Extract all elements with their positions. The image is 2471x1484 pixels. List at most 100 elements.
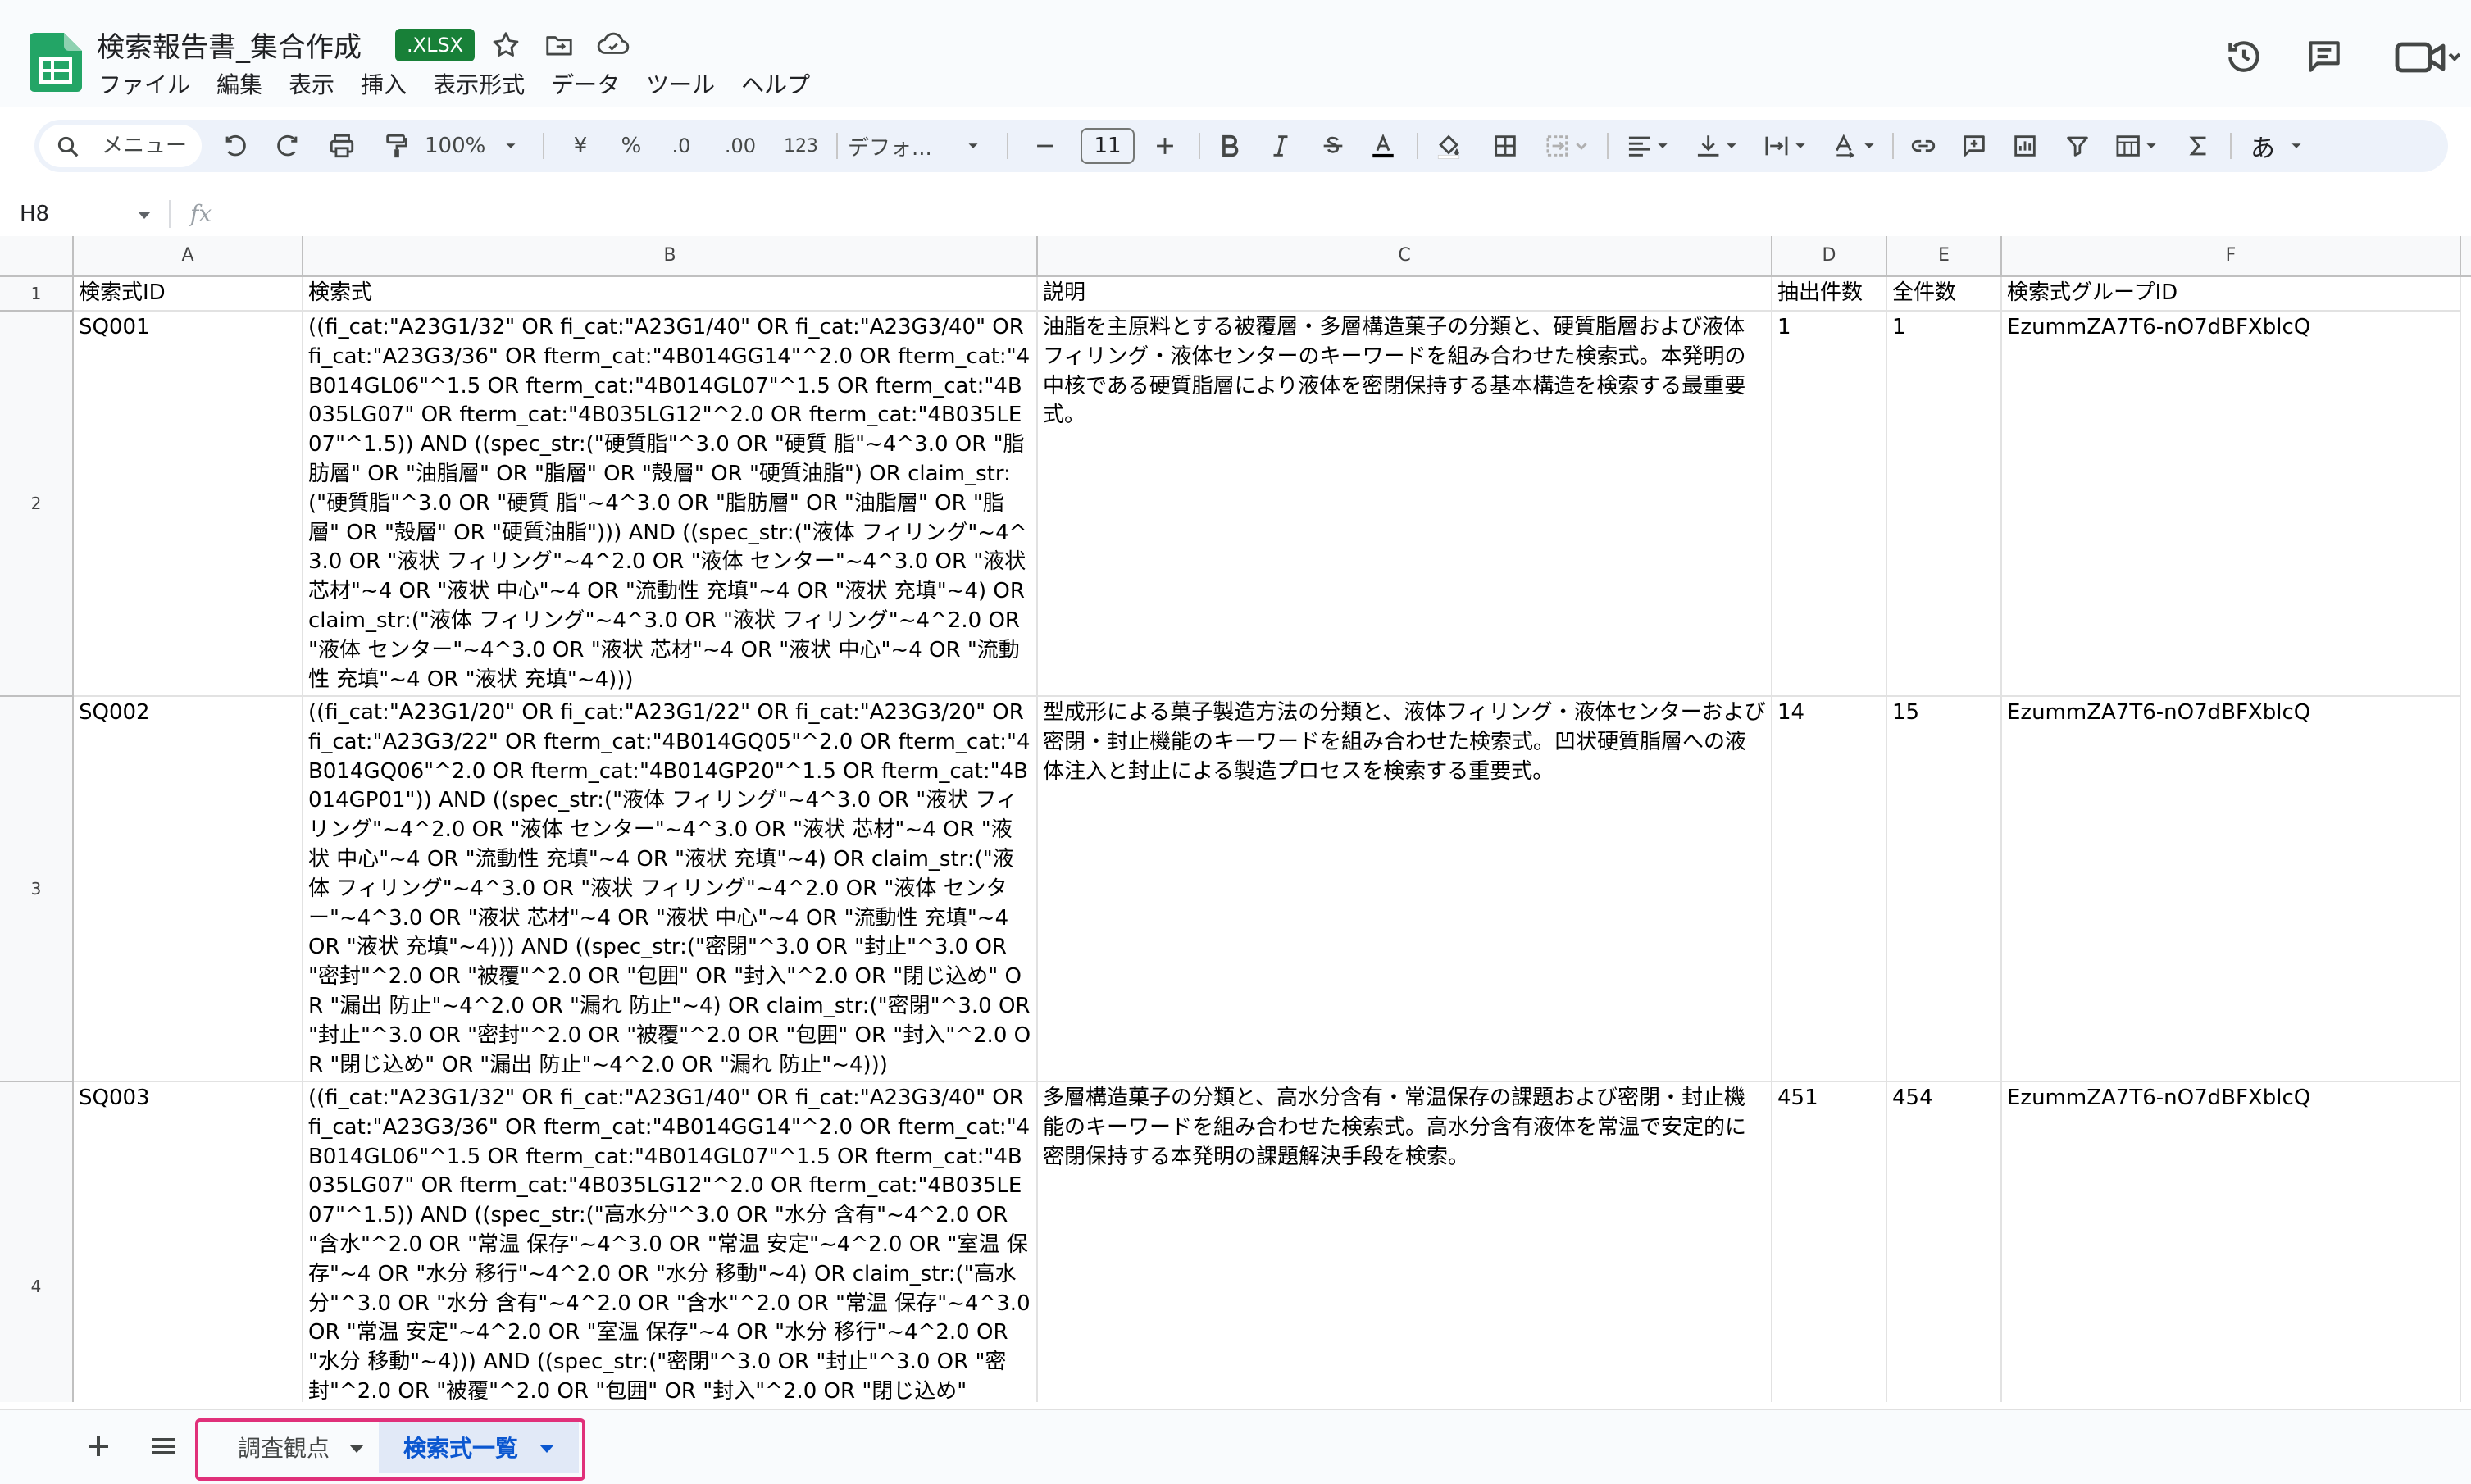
select-all-corner[interactable] [0, 236, 74, 277]
cell-description[interactable]: 多層構造菓子の分類と、高水分含有・常温保存の課題および密閉・封止機能のキーワード… [1038, 1082, 1772, 1402]
all-sheets-menu-icon[interactable] [144, 1427, 184, 1466]
menu-view[interactable]: 表示 [275, 69, 348, 102]
fill-color-icon[interactable] [1427, 120, 1471, 172]
menu-edit[interactable]: 編集 [203, 69, 275, 102]
header-cell-query[interactable]: 検索式 [303, 277, 1038, 312]
row-header-3[interactable]: 3 [0, 697, 74, 1082]
header-cell-total[interactable]: 全件数 [1887, 277, 2002, 312]
column-header-d[interactable]: D [1772, 236, 1887, 277]
column-header-b[interactable]: B [303, 236, 1038, 277]
cell-total-count[interactable]: 454 [1887, 1082, 2002, 1402]
sheet-tab-survey-viewpoints[interactable]: 調査観点 [208, 1422, 379, 1473]
cell-total-count[interactable]: 15 [1887, 697, 2002, 1082]
merge-cells-icon[interactable] [1535, 120, 1600, 172]
menu-file[interactable]: ファイル [98, 69, 203, 102]
input-tools-dropdown-icon[interactable] [2284, 120, 2309, 172]
cell-group-id[interactable]: EzummZA7T6-nO7dBFXblcQ [2002, 312, 2461, 697]
undo-icon[interactable] [216, 120, 254, 172]
zoom-dropdown-icon[interactable] [498, 120, 523, 172]
header-cell-description[interactable]: 説明 [1038, 277, 1772, 312]
cell-group-id[interactable]: EzummZA7T6-nO7dBFXblcQ [2002, 697, 2461, 1082]
print-icon[interactable] [321, 120, 362, 172]
row-header-2[interactable]: 2 [0, 312, 74, 697]
text-wrapping-icon[interactable] [1754, 120, 1818, 172]
search-menus-field[interactable]: メニュー [39, 125, 202, 167]
header-cell-id[interactable]: 検索式ID [74, 277, 303, 312]
cell-extracted-count[interactable]: 1 [1772, 312, 1887, 697]
bold-icon[interactable] [1208, 120, 1251, 172]
paint-format-icon[interactable] [377, 120, 416, 172]
zoom-select[interactable]: 100% [425, 120, 498, 172]
column-header-c[interactable]: C [1038, 236, 1772, 277]
header-cell-group-id[interactable]: 検索式グループID [2002, 277, 2461, 312]
input-tools-button[interactable]: あ [2241, 120, 2284, 172]
borders-icon[interactable] [1484, 120, 1527, 172]
cell-description[interactable]: 油脂を主原料とする被覆層・多層構造菓子の分類と、硬質脂層および液体フィリング・液… [1038, 312, 1772, 697]
row-header-4[interactable]: 4 [0, 1082, 74, 1402]
cell-total-count[interactable]: 1 [1887, 312, 2002, 697]
menu-tools[interactable]: ツール [633, 69, 728, 102]
redo-icon[interactable] [269, 120, 307, 172]
menu-help[interactable]: ヘルプ [728, 69, 823, 102]
vertical-align-icon[interactable] [1686, 120, 1750, 172]
insert-link-icon[interactable] [1902, 120, 1945, 172]
column-header-e[interactable]: E [1887, 236, 2002, 277]
italic-icon[interactable] [1259, 120, 1302, 172]
sheets-logo-icon[interactable] [30, 33, 82, 92]
column-header-f[interactable]: F [2002, 236, 2461, 277]
percent-format-button[interactable]: % [610, 120, 653, 172]
row-header-1[interactable]: 1 [0, 277, 74, 312]
menu-format[interactable]: 表示形式 [420, 69, 538, 102]
column-header-g[interactable] [2461, 236, 2471, 277]
menu-insert[interactable]: 挿入 [348, 69, 420, 102]
toolbar-divider [1607, 133, 1609, 159]
cell-description[interactable]: 型成形による菓子製造方法の分類と、液体フィリング・液体センターおよび密閉・封止機… [1038, 697, 1772, 1082]
sheet-tab-dropdown-icon[interactable] [349, 1445, 364, 1453]
header-cell-extracted[interactable]: 抽出件数 [1772, 277, 1887, 312]
cell-query-text[interactable]: ((fi_cat:"A23G1/20" OR fi_cat:"A23G1/22"… [303, 697, 1038, 1082]
cell-query-text[interactable]: ((fi_cat:"A23G1/32" OR fi_cat:"A23G1/40"… [303, 312, 1038, 697]
cell-group-id[interactable]: EzummZA7T6-nO7dBFXblcQ [2002, 1082, 2461, 1402]
meet-video-icon[interactable] [2394, 39, 2460, 75]
move-folder-icon[interactable] [543, 30, 576, 61]
font-family-select[interactable]: デフォ... [848, 120, 971, 172]
font-dropdown-icon[interactable] [961, 120, 985, 172]
filter-icon[interactable] [2056, 120, 2099, 172]
name-box[interactable]: H8 [20, 198, 49, 230]
spreadsheet-grid: A B C D E F 1 2 3 4 検索式ID 検索式 説明 抽出件数 全件… [0, 236, 2471, 1402]
cell-query-id[interactable]: SQ003 [74, 1082, 303, 1402]
comments-icon[interactable] [2304, 36, 2345, 77]
decrease-decimal-button[interactable]: .0 [658, 120, 705, 172]
version-history-icon[interactable] [2223, 36, 2264, 77]
increase-font-size-icon[interactable] [1144, 120, 1185, 172]
document-title[interactable]: 検索報告書_集合作成 [97, 25, 362, 65]
cell-extracted-count[interactable]: 14 [1772, 697, 1887, 1082]
cell-query-text[interactable]: ((fi_cat:"A23G1/32" OR fi_cat:"A23G1/40"… [303, 1082, 1038, 1402]
menu-bar: ファイル 編集 表示 挿入 表示形式 データ ツール ヘルプ [98, 69, 823, 102]
currency-format-button[interactable]: ¥ [559, 120, 602, 172]
cloud-saved-icon[interactable] [595, 30, 631, 61]
increase-decimal-button[interactable]: .00 [713, 120, 767, 172]
insert-chart-icon[interactable] [2004, 120, 2046, 172]
number-format-button[interactable]: 123 [774, 120, 828, 172]
column-header-a[interactable]: A [74, 236, 303, 277]
strikethrough-icon[interactable] [1312, 120, 1354, 172]
cell-extracted-count[interactable]: 451 [1772, 1082, 1887, 1402]
star-icon[interactable] [490, 30, 521, 61]
functions-icon[interactable] [2177, 120, 2220, 172]
cell-query-id[interactable]: SQ001 [74, 312, 303, 697]
cell-query-id[interactable]: SQ002 [74, 697, 303, 1082]
font-size-input[interactable]: 11 [1081, 128, 1135, 164]
menu-data[interactable]: データ [538, 69, 633, 102]
horizontal-align-icon[interactable] [1617, 120, 1681, 172]
decrease-font-size-icon[interactable] [1025, 120, 1066, 172]
filter-views-icon[interactable] [2105, 120, 2169, 172]
name-box-dropdown-icon[interactable] [138, 212, 151, 219]
add-sheet-icon[interactable] [79, 1427, 118, 1466]
insert-comment-icon[interactable] [1953, 120, 1995, 172]
sheet-tab-dropdown-icon[interactable] [539, 1445, 554, 1453]
sheet-tab-query-list[interactable]: 検索式一覧 [379, 1422, 579, 1473]
decrease-decimal-label: .0 [671, 134, 691, 157]
text-rotation-icon[interactable] [1823, 120, 1887, 172]
text-color-icon[interactable] [1361, 120, 1405, 172]
